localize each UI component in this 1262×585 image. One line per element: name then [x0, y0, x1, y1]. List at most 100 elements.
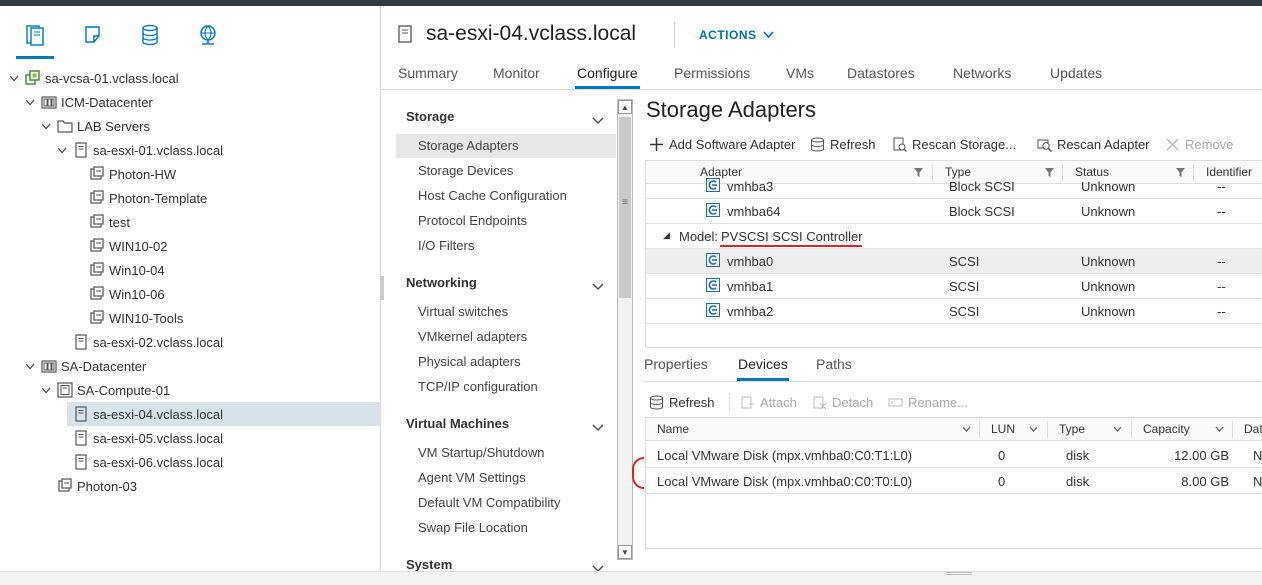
- menu-section-storage[interactable]: Storage: [406, 109, 454, 124]
- tree-node[interactable]: Photon-HW: [0, 162, 381, 186]
- attach-button[interactable]: Attach: [740, 392, 797, 412]
- chevron-down-icon[interactable]: [1215, 426, 1224, 433]
- tree-node[interactable]: Win10-06: [0, 282, 381, 306]
- chevron-down-icon[interactable]: [592, 420, 604, 432]
- menu-item-default-vm-compatibility[interactable]: Default VM Compatibility: [396, 491, 616, 515]
- tree-node[interactable]: sa-esxi-06.vclass.local: [0, 450, 381, 474]
- tab-properties[interactable]: Properties: [644, 356, 708, 372]
- chevron-down-icon[interactable]: [56, 144, 68, 156]
- tab-devices[interactable]: Devices: [737, 356, 789, 381]
- menu-item-vmkernel-adapters[interactable]: VMkernel adapters: [396, 325, 616, 349]
- chevron-down-icon[interactable]: [1113, 426, 1122, 433]
- chevron-down-icon[interactable]: [962, 426, 971, 433]
- tree-node[interactable]: sa-esxi-05.vclass.local: [0, 426, 381, 450]
- chevron-down-icon[interactable]: [24, 360, 36, 372]
- menu-item-agent-vm-settings[interactable]: Agent VM Settings: [396, 466, 616, 490]
- table-row[interactable]: vmhba1 SCSI Unknown --: [646, 274, 1262, 299]
- tree-node[interactable]: Photon-03: [0, 474, 381, 498]
- tab-summary[interactable]: Summary: [398, 65, 458, 81]
- tab-permissions[interactable]: Permissions: [674, 65, 750, 81]
- tab-configure[interactable]: Configure: [575, 65, 640, 89]
- tree-node[interactable]: WIN10-02: [0, 234, 381, 258]
- menu-section-system[interactable]: System: [406, 557, 452, 572]
- tab-monitor[interactable]: Monitor: [493, 65, 540, 81]
- menu-item-tcp-ip-configuration[interactable]: TCP/IP configuration: [396, 375, 616, 399]
- tab-datastores[interactable]: Datastores: [847, 65, 915, 81]
- table-row[interactable]: vmhba64 Block SCSI Unknown --: [646, 199, 1262, 224]
- table-row[interactable]: Local VMware Disk (mpx.vmhba0:C0:T0:L0) 0…: [646, 469, 1262, 494]
- rename-button[interactable]: Rename...: [888, 392, 968, 412]
- menu-item-physical-adapters[interactable]: Physical adapters: [396, 350, 616, 374]
- menu-item-storage-adapters[interactable]: Storage Adapters: [396, 134, 616, 158]
- tab-updates[interactable]: Updates: [1050, 65, 1102, 81]
- tree-node[interactable]: sa-esxi-04.vclass.local: [67, 402, 381, 426]
- tree-node[interactable]: sa-esxi-02.vclass.local: [0, 330, 381, 354]
- refresh-devices-button[interactable]: Refresh: [649, 392, 715, 412]
- storage-icon[interactable]: [137, 22, 163, 48]
- tab-paths[interactable]: Paths: [816, 356, 852, 372]
- networking-icon[interactable]: [195, 22, 221, 48]
- hosts-and-clusters-icon[interactable]: [16, 22, 54, 59]
- scroll-up-arrow-icon[interactable]: ▲: [618, 100, 632, 114]
- remove-adapter-label: Remove: [1185, 136, 1234, 152]
- detach-button[interactable]: Detach: [812, 392, 873, 412]
- tree-node[interactable]: test: [0, 210, 381, 234]
- rescan-storage-button[interactable]: Rescan Storage...: [892, 134, 1016, 154]
- table-row[interactable]: Local VMware Disk (mpx.vmhba0:C0:T1:L0) 0…: [646, 443, 1262, 468]
- menu-item-storage-devices[interactable]: Storage Devices: [396, 159, 616, 183]
- tree-node[interactable]: SA-Compute-01: [0, 378, 381, 402]
- chevron-down-icon[interactable]: [24, 96, 36, 108]
- vms-and-templates-icon[interactable]: [80, 22, 106, 48]
- scroll-down-arrow-icon[interactable]: ▼: [618, 545, 632, 559]
- tree-node[interactable]: WIN10-Tools: [0, 306, 381, 330]
- column-header-name[interactable]: Name: [657, 422, 689, 436]
- vm-icon: [89, 286, 105, 302]
- table-row[interactable]: vmhba3 Block SCSI Unknown --: [646, 174, 1262, 199]
- column-header-datastore[interactable]: Dat: [1244, 422, 1262, 436]
- chevron-down-icon[interactable]: [40, 120, 52, 132]
- refresh-adapters-button[interactable]: Refresh: [810, 134, 876, 154]
- menu-item-virtual-switches[interactable]: Virtual switches: [396, 300, 616, 324]
- chevron-down-icon[interactable]: [592, 279, 604, 291]
- plus-icon: [650, 137, 663, 151]
- tree-node[interactable]: LAB Servers: [0, 114, 381, 138]
- tree-node[interactable]: ICM-Datacenter: [0, 90, 381, 114]
- column-header-lun[interactable]: LUN: [991, 422, 1015, 436]
- tree-node[interactable]: Win10-04: [0, 258, 381, 282]
- add-software-adapter-button[interactable]: Add Software Adapter: [649, 134, 795, 154]
- menu-section-networking[interactable]: Networking: [406, 275, 477, 290]
- group-row-model[interactable]: ◢ Model: PVSCSI SCSI Controller: [646, 224, 1262, 249]
- bottom-panel-grip[interactable]: [946, 572, 972, 575]
- menu-item-swap-file-location[interactable]: Swap File Location: [396, 516, 616, 540]
- tree-node[interactable]: Photon-Template: [0, 186, 381, 210]
- chevron-down-icon[interactable]: [592, 113, 604, 125]
- column-header-capacity[interactable]: Capacity: [1143, 422, 1190, 436]
- menu-item-i-o-filters[interactable]: I/O Filters: [396, 234, 616, 258]
- menu-item-vm-startup-shutdown[interactable]: VM Startup/Shutdown: [396, 441, 616, 465]
- chevron-down-icon[interactable]: [40, 384, 52, 396]
- pane-resize-handle[interactable]: [380, 276, 384, 300]
- column-header-type[interactable]: Type: [1059, 422, 1085, 436]
- table-row[interactable]: vmhba2 SCSI Unknown --: [646, 299, 1262, 324]
- header-divider: [674, 22, 675, 48]
- tree-node[interactable]: sa-esxi-01.vclass.local: [0, 138, 381, 162]
- rescan-adapter-button[interactable]: Rescan Adapter: [1037, 134, 1150, 154]
- tab-networks[interactable]: Networks: [953, 65, 1011, 81]
- actions-label: ACTIONS: [699, 28, 757, 42]
- tree-node[interactable]: SA-Datacenter: [0, 354, 381, 378]
- menu-scrollbar[interactable]: ▲ ▼: [617, 99, 633, 560]
- attach-label: Attach: [760, 394, 797, 410]
- column-separator: [1047, 421, 1048, 438]
- table-row[interactable]: vmhba0 SCSI Unknown --: [646, 249, 1262, 274]
- actions-menu-button[interactable]: ACTIONS: [699, 28, 774, 42]
- menu-item-host-cache-configuration[interactable]: Host Cache Configuration: [396, 184, 616, 208]
- menu-section-virtual-machines[interactable]: Virtual Machines: [406, 416, 509, 431]
- chevron-down-icon[interactable]: [8, 72, 20, 84]
- tab-vms[interactable]: VMs: [786, 65, 814, 81]
- menu-item-protocol-endpoints[interactable]: Protocol Endpoints: [396, 209, 616, 233]
- collapse-triangle-icon[interactable]: ◢: [663, 230, 670, 241]
- chevron-down-icon[interactable]: [592, 561, 604, 573]
- remove-adapter-button[interactable]: Remove: [1165, 134, 1233, 154]
- chevron-down-icon[interactable]: [1029, 426, 1038, 433]
- tree-node[interactable]: sa-vcsa-01.vclass.local: [0, 66, 381, 90]
